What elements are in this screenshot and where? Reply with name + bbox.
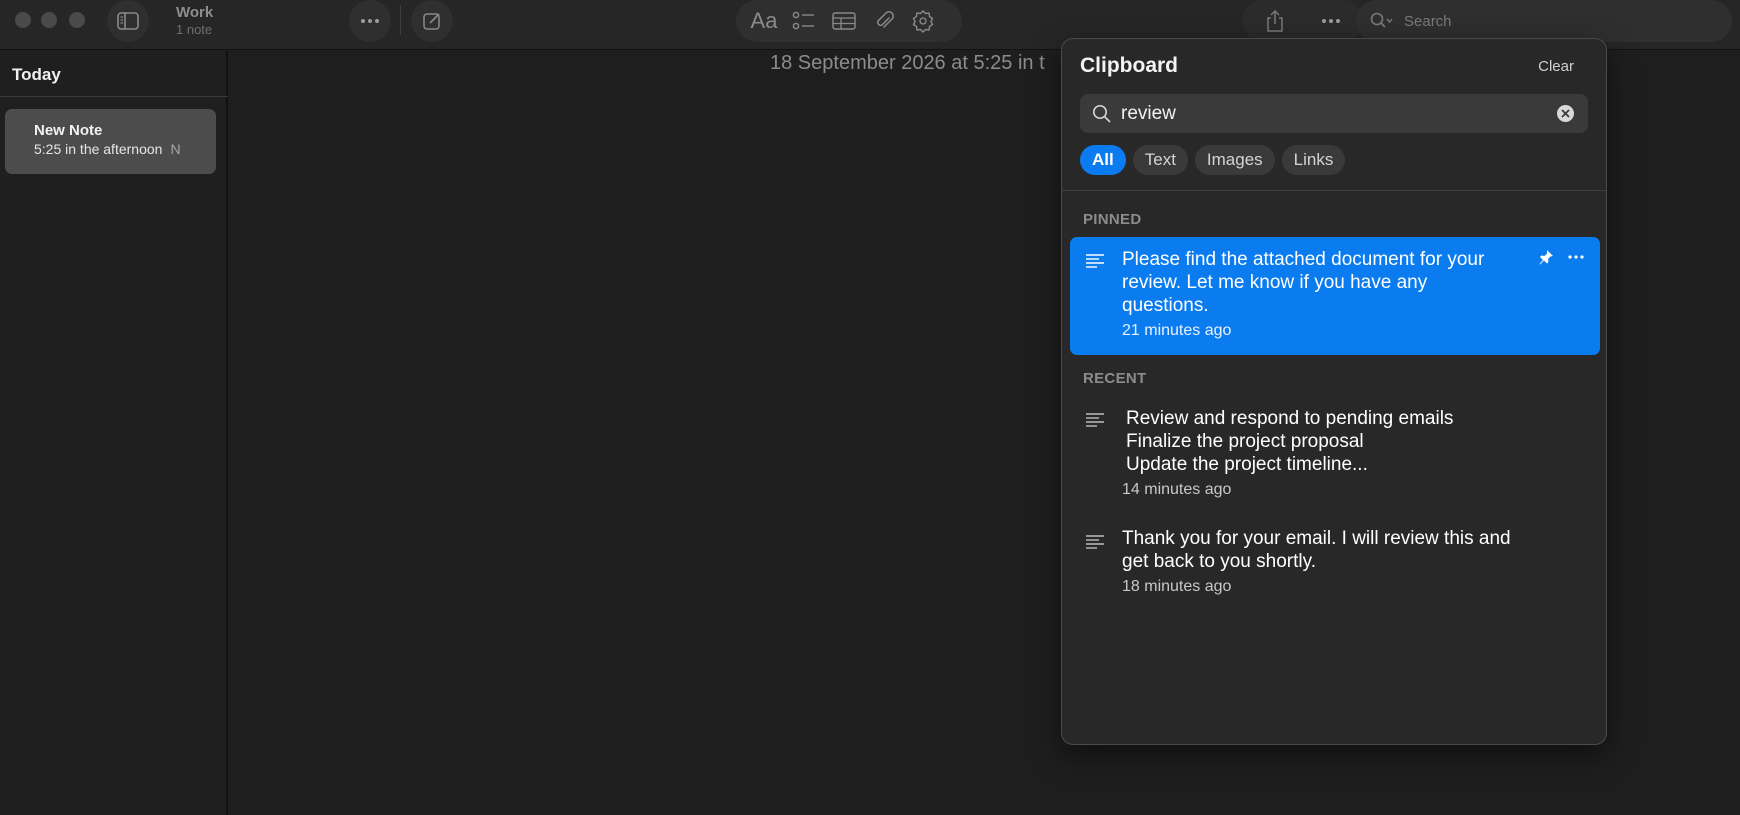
clip-content: Thank you for your email. I will review …	[1122, 527, 1562, 596]
close-icon	[1561, 109, 1570, 118]
folder-name: Work	[176, 4, 214, 21]
section-divider	[0, 96, 228, 97]
text-lines-icon	[1086, 254, 1104, 268]
clip-timestamp: 18 minutes ago	[1122, 578, 1232, 595]
note-subtitle: 5:25 in the afternoon N	[34, 140, 216, 158]
toolbar-divider	[400, 5, 401, 35]
filter-tabs: All Text Images Links	[1080, 145, 1346, 175]
search-placeholder: Search	[1404, 12, 1452, 30]
clip-text-line: get back to you shortly.	[1122, 551, 1316, 572]
table-button[interactable]	[825, 0, 863, 42]
zoom-window-button[interactable]	[69, 12, 85, 28]
ellipsis-icon	[1322, 19, 1340, 23]
sidebar-icon	[117, 12, 139, 30]
clip-text-line: Please find the attached document for yo…	[1122, 249, 1485, 270]
ellipsis-icon[interactable]	[1568, 255, 1584, 259]
clear-search-icon[interactable]	[1557, 105, 1574, 122]
more-options-button[interactable]	[349, 0, 391, 42]
notes-sidebar: Today New Note 5:25 in the afternoon N	[0, 51, 228, 815]
clip-text-line: Update the project timeline...	[1126, 454, 1368, 475]
compose-icon	[423, 13, 440, 30]
clip-text-line: Review and respond to pending emails	[1126, 408, 1454, 429]
clipboard-item-recent[interactable]: Review and respond to pending emails Fin…	[1070, 396, 1600, 506]
filter-images[interactable]: Images	[1194, 145, 1275, 175]
clear-button[interactable]: Clear	[1538, 58, 1574, 75]
ellipsis-icon	[361, 19, 379, 23]
pinned-section-label: PINNED	[1083, 211, 1142, 228]
clip-text-line: Finalize the project proposal	[1126, 431, 1364, 452]
pin-icon[interactable]	[1538, 249, 1554, 265]
paperclip-icon	[876, 11, 894, 28]
clipboard-popover: Clipboard Clear All Text Images Links PI…	[1061, 38, 1607, 745]
clip-actions	[1538, 249, 1584, 265]
text-lines-icon	[1086, 413, 1104, 427]
search-icon	[1370, 12, 1393, 28]
badge-icon	[912, 10, 934, 33]
share-icon	[1267, 9, 1283, 32]
format-button[interactable]: Aa	[745, 0, 783, 42]
note-time: 5:25 in the afternoon	[34, 141, 163, 157]
close-window-button[interactable]	[15, 12, 31, 28]
clip-text-line: Thank you for your email. I will review …	[1122, 528, 1511, 549]
note-count: 1 note	[176, 22, 213, 37]
format-toolbar-group: Aa	[736, 0, 962, 42]
clip-text-line: questions.	[1122, 295, 1209, 316]
format-label: Aa	[750, 8, 778, 33]
clip-text-line: review. Let me know if you have any	[1122, 272, 1428, 293]
toolbar-more-button[interactable]	[1314, 0, 1348, 42]
checklist-button[interactable]	[785, 0, 823, 42]
section-header-today: Today	[12, 65, 61, 84]
share-button[interactable]	[1260, 0, 1290, 42]
clipboard-search-input[interactable]	[1121, 102, 1521, 125]
clipboard-item-recent[interactable]: Thank you for your email. I will review …	[1070, 518, 1600, 610]
note-list-item[interactable]: New Note 5:25 in the afternoon N	[5, 109, 216, 174]
clip-content: Please find the attached document for yo…	[1122, 248, 1542, 340]
filter-all[interactable]: All	[1080, 145, 1126, 175]
clipboard-search-field[interactable]	[1080, 94, 1588, 133]
collaborate-button[interactable]	[904, 0, 942, 42]
toggle-sidebar-button[interactable]	[107, 0, 149, 42]
checklist-icon	[792, 11, 814, 30]
minimize-window-button[interactable]	[41, 12, 57, 28]
popover-divider	[1062, 190, 1606, 191]
folder-title: Work 1 note	[176, 4, 213, 38]
search-icon	[1092, 104, 1111, 123]
text-lines-icon	[1086, 535, 1104, 549]
clip-content: Review and respond to pending emails Fin…	[1122, 407, 1542, 499]
table-icon	[832, 12, 856, 30]
note-date-header: 18 September 2026 at 5:25 in t	[770, 52, 1045, 74]
new-note-button[interactable]	[411, 0, 453, 42]
filter-links[interactable]: Links	[1281, 145, 1346, 175]
attachment-button[interactable]	[865, 0, 903, 42]
notes-search-field[interactable]: Search	[1356, 0, 1732, 42]
clip-timestamp: 21 minutes ago	[1122, 322, 1232, 339]
clipboard-title: Clipboard	[1080, 54, 1178, 77]
share-toolbar-group	[1242, 0, 1364, 42]
clipboard-item-pinned[interactable]: Please find the attached document for yo…	[1070, 237, 1600, 355]
filter-text[interactable]: Text	[1132, 145, 1188, 175]
note-preview: N	[170, 141, 181, 157]
recent-section-label: RECENT	[1083, 370, 1147, 387]
note-title: New Note	[34, 122, 103, 139]
clip-timestamp: 14 minutes ago	[1122, 481, 1232, 498]
